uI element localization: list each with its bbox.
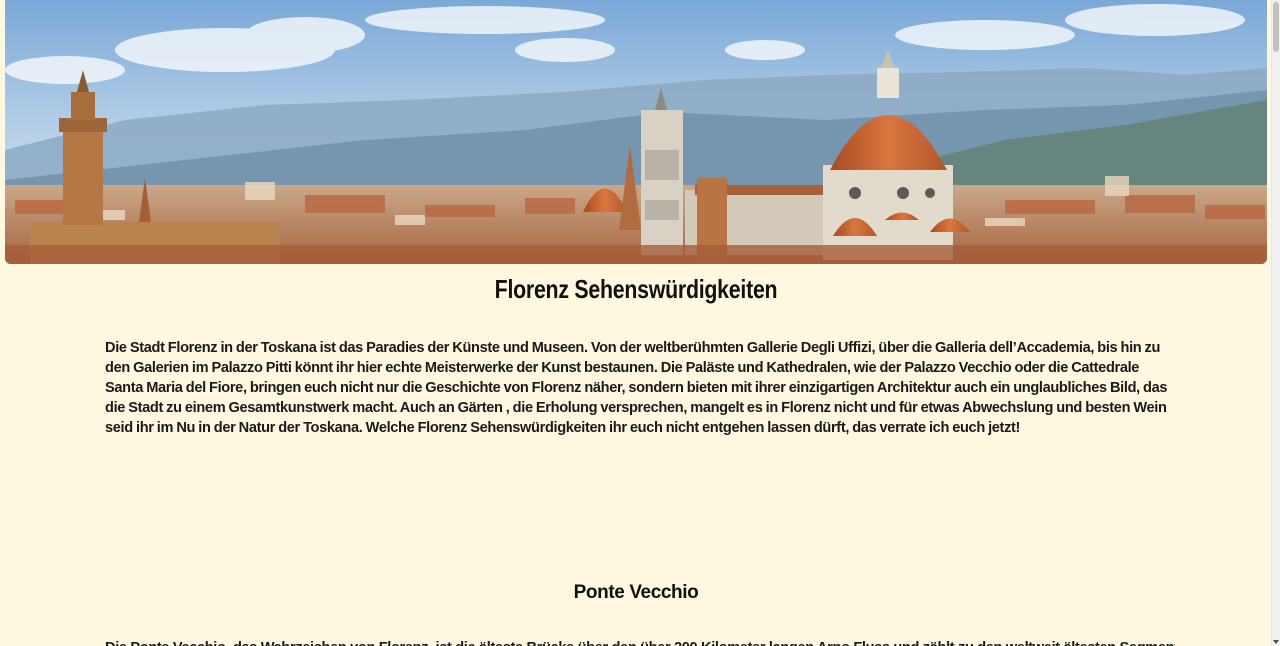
hero-banner bbox=[5, 0, 1267, 264]
page: Florenz Sehenswürdigkeiten Die Stadt Flo… bbox=[0, 0, 1272, 646]
section-text-ponte-vecchio: Die Ponte Vecchio, das Wahrzeichen von F… bbox=[105, 638, 1175, 646]
scroll-down-arrow-icon[interactable] bbox=[1273, 640, 1279, 644]
page-title: Florenz Sehenswürdigkeiten bbox=[494, 274, 778, 304]
section-title-ponte-vecchio: Ponte Vecchio bbox=[573, 582, 699, 603]
scrollbar-thumb[interactable] bbox=[1273, 2, 1279, 52]
intro-paragraph: Die Stadt Florenz in der Toskana ist das… bbox=[105, 340, 1168, 436]
florence-skyline-image bbox=[5, 0, 1267, 264]
vertical-scrollbar[interactable] bbox=[1271, 0, 1280, 646]
